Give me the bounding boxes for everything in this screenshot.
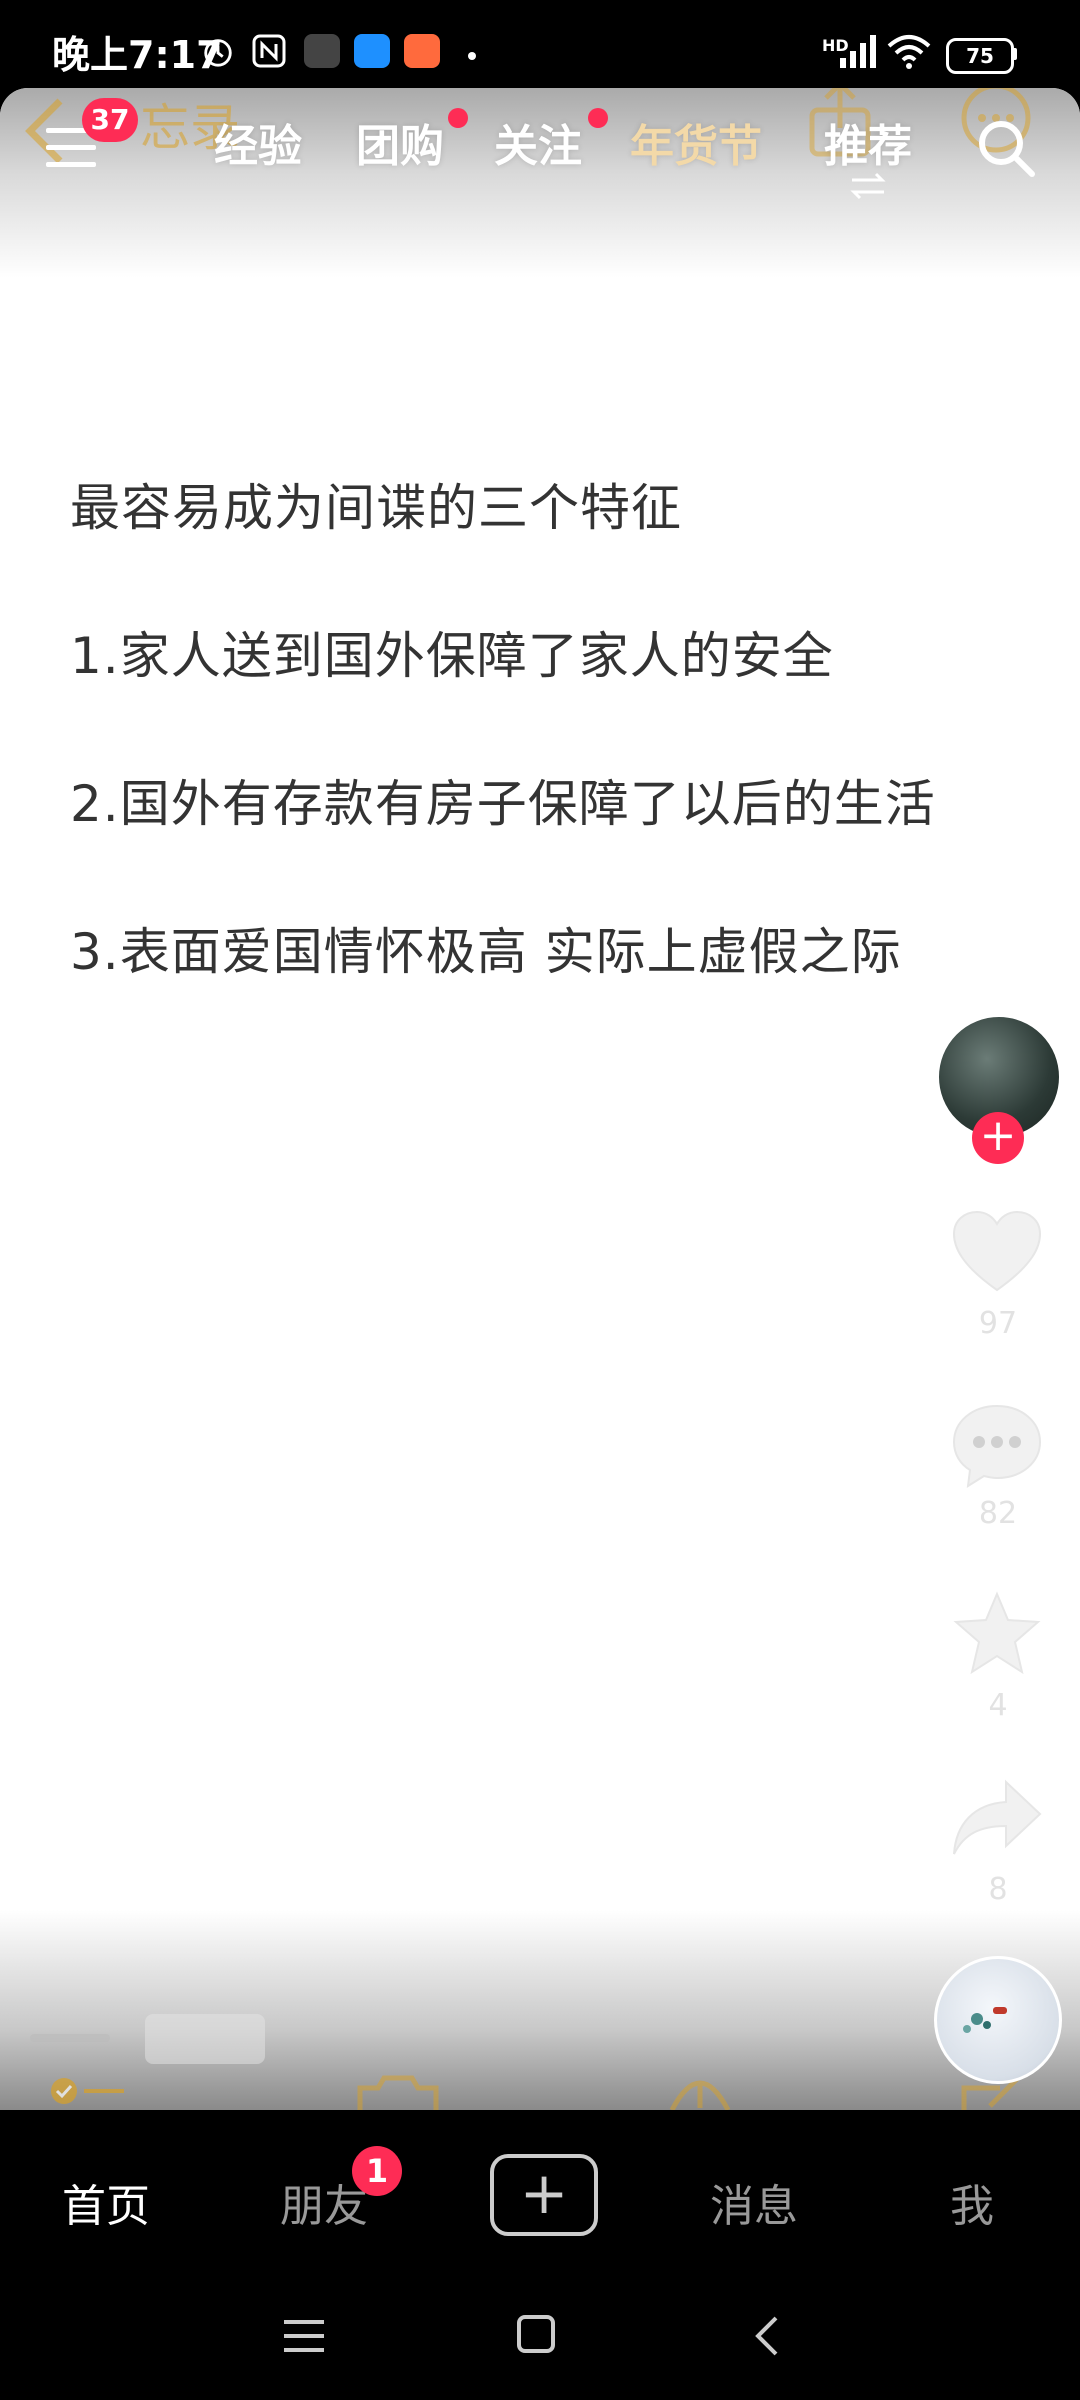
tab-experience[interactable]: 经验 [214, 110, 302, 174]
tab-new-year-festival[interactable]: 年货节 [630, 110, 762, 174]
nav-home[interactable]: 首页 [62, 2170, 150, 2234]
like-icon[interactable] [950, 1208, 1044, 1294]
tab-following[interactable]: 关注 [494, 110, 582, 174]
comment-icon[interactable] [950, 1402, 1044, 1490]
share-count: 8 [988, 1872, 1008, 1907]
search-icon[interactable] [976, 118, 1036, 178]
note-title: 最容易成为间谍的三个特征 [70, 479, 682, 537]
tab-following-dot [588, 108, 608, 128]
favorite-count: 4 [988, 1688, 1008, 1723]
pen-ghost-icon [669, 2080, 731, 2110]
system-nav-bar [0, 2280, 1080, 2400]
signal-icon [840, 35, 876, 68]
favorite-star-icon[interactable] [952, 1590, 1042, 1676]
create-post-button[interactable]: + [490, 2154, 598, 2236]
music-disc-art-icon [963, 2007, 1007, 2033]
comment-count: 82 [978, 1496, 1018, 1531]
app-notification-icon [404, 34, 440, 68]
checklist-ghost-icon [51, 2078, 124, 2104]
status-bar: 晚上7:17 HD 75 [0, 0, 1080, 88]
tab-group-buy-dot [448, 108, 468, 128]
back-icon[interactable] [752, 2314, 782, 2358]
top-tab-bar: 37 经验 团购 关注 年货节 推荐 [0, 98, 1080, 200]
app-notification-icon [354, 34, 390, 68]
swap-icon [850, 172, 886, 200]
battery-tip [1012, 48, 1017, 60]
battery-level: 75 [966, 44, 994, 68]
follow-button[interactable]: + [972, 1112, 1024, 1164]
friends-badge: 1 [352, 2146, 402, 2196]
note-line: 2.国外有存款有房子保障了以后的生活 [70, 775, 936, 833]
status-time: 晚上7:17 [52, 33, 223, 77]
ghost-toolbar-bar [30, 2034, 110, 2042]
camera-ghost-icon [357, 2075, 439, 2110]
menu-notification-badge: 37 [82, 98, 138, 142]
tab-group-buy[interactable]: 团购 [356, 110, 444, 174]
note-line: 3.表面爱国情怀极高 实际上虚假之际 [70, 923, 902, 981]
music-disc[interactable] [934, 1956, 1062, 2084]
note-viewer: 忘录 最容易成为间谍的三个特征 1.家人送到国外保障了家人的安全 2.国外有存款… [0, 88, 1080, 2110]
nfc-icon [252, 34, 286, 68]
note-line: 1.家人送到国外保障了家人的安全 [70, 627, 834, 685]
more-notifications-dot [468, 52, 476, 60]
bottom-gradient [0, 1910, 1080, 2110]
app-notification-icon [304, 34, 340, 68]
like-count: 97 [978, 1306, 1018, 1341]
tab-recommended[interactable]: 推荐 [824, 110, 912, 174]
wifi-icon [887, 35, 931, 69]
nav-me[interactable]: 我 [950, 2170, 994, 2234]
share-icon[interactable] [950, 1778, 1044, 1858]
recents-menu-icon[interactable] [282, 2316, 326, 2356]
alarm-icon [204, 39, 232, 67]
ghost-toolbar-block [145, 2014, 265, 2064]
nav-messages[interactable]: 消息 [710, 2170, 798, 2234]
battery-icon: 75 [946, 38, 1014, 74]
home-square-icon[interactable] [516, 2314, 556, 2354]
bottom-nav: 首页 朋友 1 + 消息 我 [0, 2110, 1080, 2280]
